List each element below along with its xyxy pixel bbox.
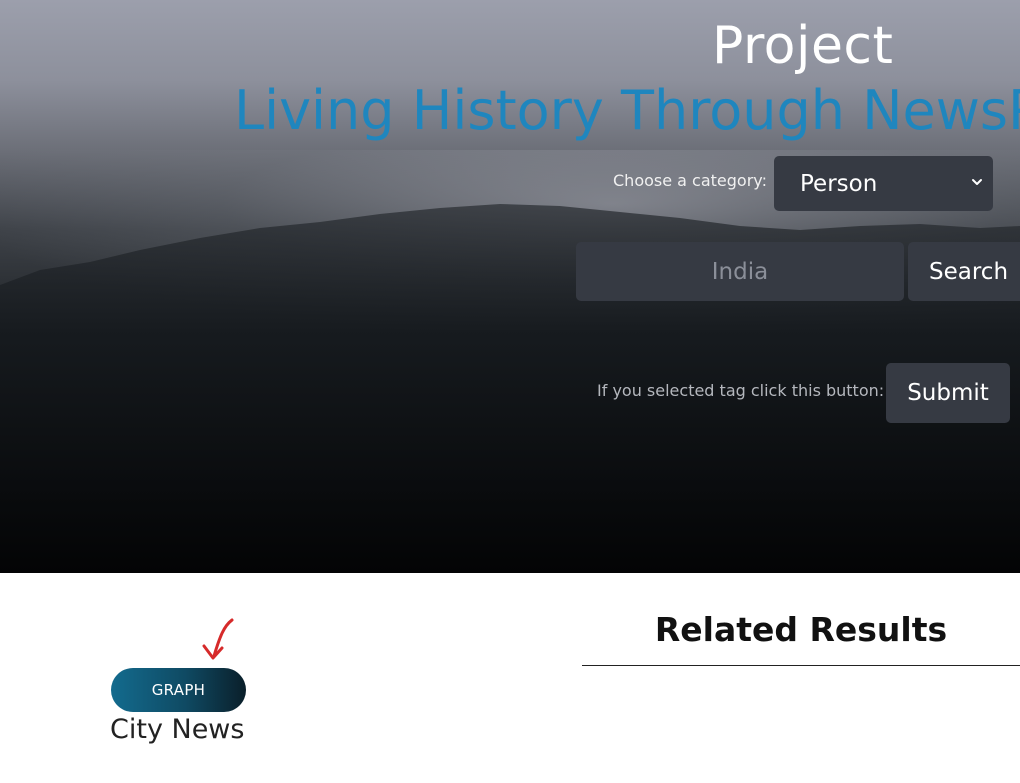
chevron-down-icon — [972, 179, 982, 185]
search-button[interactable]: Search — [908, 242, 1020, 301]
category-label: Choose a category: — [613, 171, 767, 190]
related-results-heading: Related Results — [654, 610, 948, 649]
hand-drawn-arrow-icon — [202, 618, 234, 660]
page-title: Project — [712, 16, 894, 76]
submit-button[interactable]: Submit — [886, 363, 1010, 423]
graph-button[interactable]: GRAPH — [111, 668, 246, 712]
search-input[interactable]: India — [576, 242, 904, 301]
category-select[interactable]: Person — [774, 156, 993, 211]
page-subtitle: Living History Through NewsP — [234, 79, 1020, 142]
graph-caption: City News — [110, 714, 245, 745]
related-results-divider — [582, 665, 1020, 666]
search-input-placeholder: India — [711, 258, 769, 285]
category-select-value: Person — [800, 170, 878, 197]
tag-submit-label: If you selected tag click this button: — [597, 381, 885, 400]
